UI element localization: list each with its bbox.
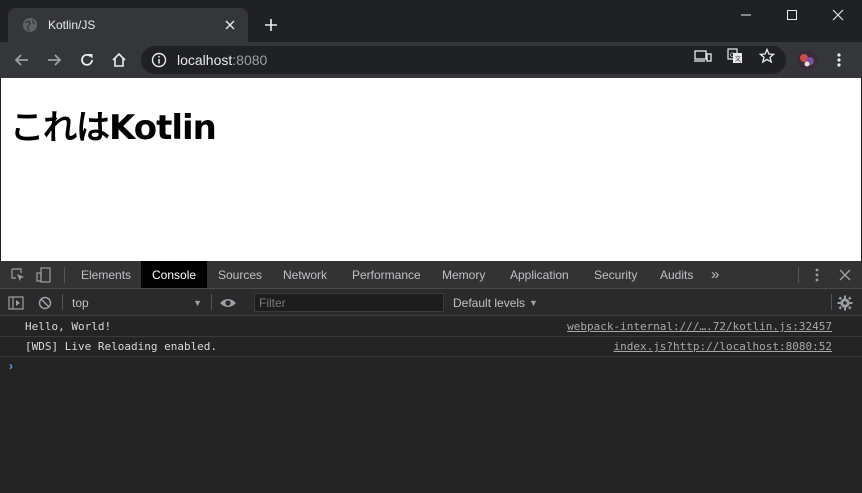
clear-console-icon[interactable] <box>36 294 54 312</box>
console-prompt[interactable]: › <box>0 357 862 377</box>
tab-network[interactable]: Network <box>272 261 338 288</box>
message-source-link[interactable]: webpack-internal:///….72/kotlin.js:32457 <box>567 320 832 333</box>
close-devtools-icon[interactable] <box>836 266 854 284</box>
globe-icon <box>22 17 38 33</box>
tab-application[interactable]: Application <box>499 261 580 288</box>
cast-icon[interactable] <box>691 46 715 66</box>
maximize-button[interactable] <box>769 0 815 30</box>
arrow-left-icon <box>14 54 28 66</box>
toolbar-divider <box>831 294 832 310</box>
home-icon <box>112 52 126 67</box>
url-host: localhost <box>177 52 233 68</box>
browser-toolbar: localhost:8080 G文 <box>0 42 862 78</box>
context-select[interactable]: top ▼ <box>66 293 206 312</box>
console-message: [WDS] Live Reloading enabled. index.js?h… <box>0 337 862 357</box>
arrow-right-icon <box>48 54 62 66</box>
tab-performance[interactable]: Performance <box>341 261 432 288</box>
close-window-button[interactable] <box>815 0 861 30</box>
tab-console[interactable]: Console <box>141 261 208 288</box>
log-levels-label: Default levels <box>453 295 526 310</box>
tab-audits[interactable]: Audits <box>649 261 704 288</box>
message-source-link[interactable]: index.js?http://localhost:8080:52 <box>613 340 832 353</box>
tab-sources[interactable]: Sources <box>207 261 273 288</box>
minimize-button[interactable] <box>723 0 769 30</box>
page-heading: これはKotlin <box>10 108 217 148</box>
caret-down-icon: ▼ <box>193 298 202 308</box>
log-levels-dropdown[interactable]: Default levels ▼ <box>453 293 538 312</box>
page-viewport: これはKotlin <box>1 78 861 261</box>
message-text: [WDS] Live Reloading enabled. <box>25 340 218 353</box>
tab-security[interactable]: Security <box>583 261 648 288</box>
browser-titlebar: Kotlin/JS <box>0 0 862 42</box>
prompt-chevron-icon: › <box>9 359 13 373</box>
inspect-element-icon[interactable] <box>9 266 27 284</box>
tabbar-divider <box>798 267 799 283</box>
more-tabs-button[interactable]: » <box>700 261 730 288</box>
star-icon[interactable] <box>755 46 779 66</box>
more-vertical-icon[interactable] <box>825 46 853 74</box>
caret-down-icon: ▼ <box>529 297 538 308</box>
device-toolbar-icon[interactable] <box>35 266 53 284</box>
tab-elements[interactable]: Elements <box>70 261 142 288</box>
profile-avatar[interactable] <box>793 46 821 74</box>
forward-button[interactable] <box>40 46 68 74</box>
toolbar-divider <box>62 294 63 310</box>
gear-icon[interactable] <box>836 294 854 312</box>
devtools-tabbar: Elements Console Sources Network Perform… <box>0 261 862 289</box>
address-bar[interactable]: localhost:8080 <box>141 46 786 74</box>
context-value: top <box>72 295 89 310</box>
devtools-panel: Elements Console Sources Network Perform… <box>0 261 862 493</box>
new-tab-button[interactable] <box>259 13 283 37</box>
console-messages: Hello, World! webpack-internal:///….72/k… <box>0 317 862 377</box>
tab-title: Kotlin/JS <box>48 18 96 32</box>
eye-icon[interactable] <box>219 294 237 312</box>
url-port: :8080 <box>232 52 268 68</box>
reload-icon <box>81 53 93 66</box>
svg-text:文: 文 <box>735 55 741 63</box>
back-button[interactable] <box>8 46 36 74</box>
close-tab-icon[interactable] <box>222 17 238 33</box>
tab-memory[interactable]: Memory <box>431 261 496 288</box>
reload-button[interactable] <box>73 46 101 74</box>
more-vertical-icon[interactable] <box>808 266 826 284</box>
console-message: Hello, World! webpack-internal:///….72/k… <box>0 317 862 337</box>
home-button[interactable] <box>105 46 133 74</box>
tabbar-divider <box>64 267 65 283</box>
translate-icon[interactable]: G文 <box>723 46 747 66</box>
filter-input[interactable] <box>254 293 444 312</box>
toolbar-divider <box>211 294 212 310</box>
sidebar-toggle-icon[interactable] <box>7 294 25 312</box>
console-toolbar: top ▼ Default levels ▼ <box>0 289 862 316</box>
browser-tab[interactable]: Kotlin/JS <box>8 8 248 42</box>
info-icon[interactable] <box>151 52 167 68</box>
message-text: Hello, World! <box>25 320 112 333</box>
